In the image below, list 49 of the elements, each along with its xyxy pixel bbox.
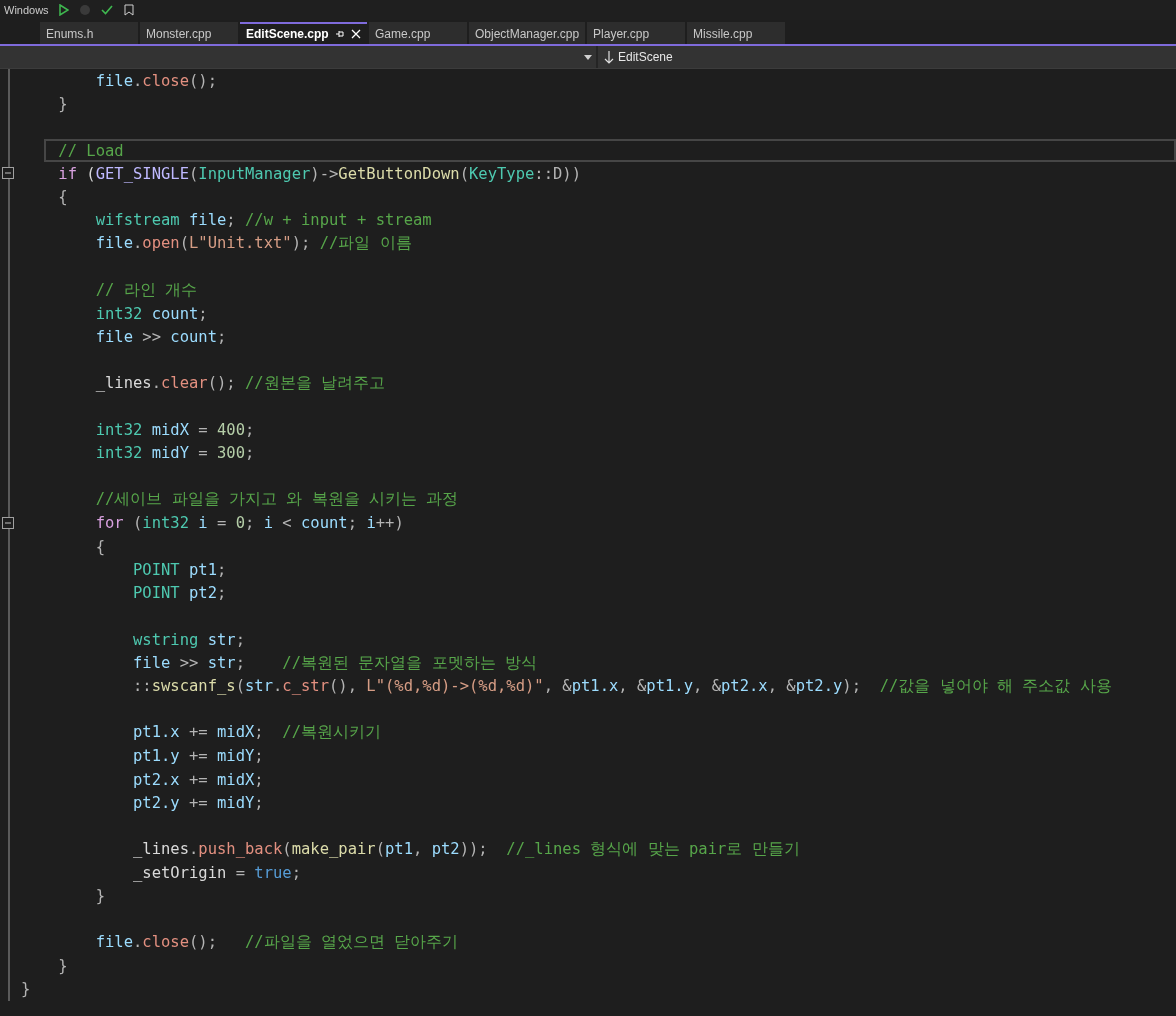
file-tab[interactable]: ObjectManager.cpp <box>469 22 586 44</box>
dropdown-caret-icon[interactable] <box>584 54 592 60</box>
file-tab[interactable]: Enums.h <box>40 22 138 44</box>
code-line: file.open(L"Unit.txt"); //파일 이름 <box>94 233 412 255</box>
code-line: pt2.x += midX; <box>131 770 264 789</box>
file-tab[interactable]: Player.cpp <box>587 22 686 44</box>
file-tab[interactable]: EditScene.cpp <box>240 22 367 44</box>
code-line: wifstream file; //w + input + stream <box>94 211 432 230</box>
configuration-label[interactable]: Windows <box>4 4 49 16</box>
code-comment: // Load <box>57 141 124 160</box>
code-line: file >> count; <box>94 327 227 346</box>
code-line: pt2.y += midY; <box>131 793 264 812</box>
code-line: wstring str; <box>131 630 245 649</box>
code-comment: // 라인 개수 <box>94 279 197 301</box>
collapse-icon[interactable] <box>2 516 14 529</box>
code-line: { <box>94 537 105 556</box>
check-icon[interactable] <box>100 5 113 15</box>
code-line: POINT pt2; <box>131 584 227 603</box>
code-line: if (GET_SINGLE(InputManager)->GetButtonDown(KeyType::D)) <box>57 164 581 183</box>
code-line: _setOrigin = true; <box>131 863 301 882</box>
pin-icon[interactable] <box>334 29 345 39</box>
collapse-icon[interactable] <box>2 167 14 180</box>
file-tab[interactable]: Missile.cpp <box>687 22 786 44</box>
bookmark-icon[interactable] <box>122 4 135 16</box>
file-tab[interactable]: Game.cpp <box>369 22 467 44</box>
code-line: } <box>57 956 68 975</box>
code-line: int32 count; <box>94 304 208 323</box>
code-line: { <box>57 188 68 207</box>
code-line: int32 midY = 300; <box>94 444 255 463</box>
code-line: ::swscanf_s(str.c_str(), L"(%d,%d)->(%d,%d)", &pt1.x, &pt1.y, &pt2.x, &pt2.y); //값을 넣어야 해 주소값 사용 <box>131 675 1112 697</box>
code-comment: //세이브 파일을 가지고 와 복원을 시키는 과정 <box>94 489 459 511</box>
down-arrow-icon <box>604 50 614 64</box>
code-line: file.close(); //파일을 열었으면 닫아주기 <box>94 932 459 954</box>
code-line: } <box>94 887 105 906</box>
member-dropdown[interactable]: EditScene <box>618 50 673 64</box>
code-line: pt1.x += midX; //복원시키기 <box>131 722 381 744</box>
code-line: file >> str; //복원된 문자열을 포멧하는 방식 <box>131 652 537 674</box>
code-line: } <box>57 94 68 113</box>
code-line: int32 midX = 400; <box>94 421 255 440</box>
code-line: for (int32 i = 0; i < count; i++) <box>94 514 404 533</box>
play-icon[interactable] <box>58 4 69 16</box>
code-line: POINT pt1; <box>131 560 227 579</box>
close-icon[interactable] <box>350 29 361 39</box>
code-line: file.close(); <box>94 71 217 90</box>
code-line: _lines.clear(); //원본을 날려주고 <box>94 373 385 394</box>
code-line: pt1.y += midY; <box>131 747 264 766</box>
code-line: _lines.push_back(make_pair(pt1, pt2)); //_lines 형식에 맞는 pair로 만들기 <box>131 838 800 860</box>
code-line: } <box>21 980 31 999</box>
file-tab[interactable]: Monster.cpp <box>140 22 238 44</box>
